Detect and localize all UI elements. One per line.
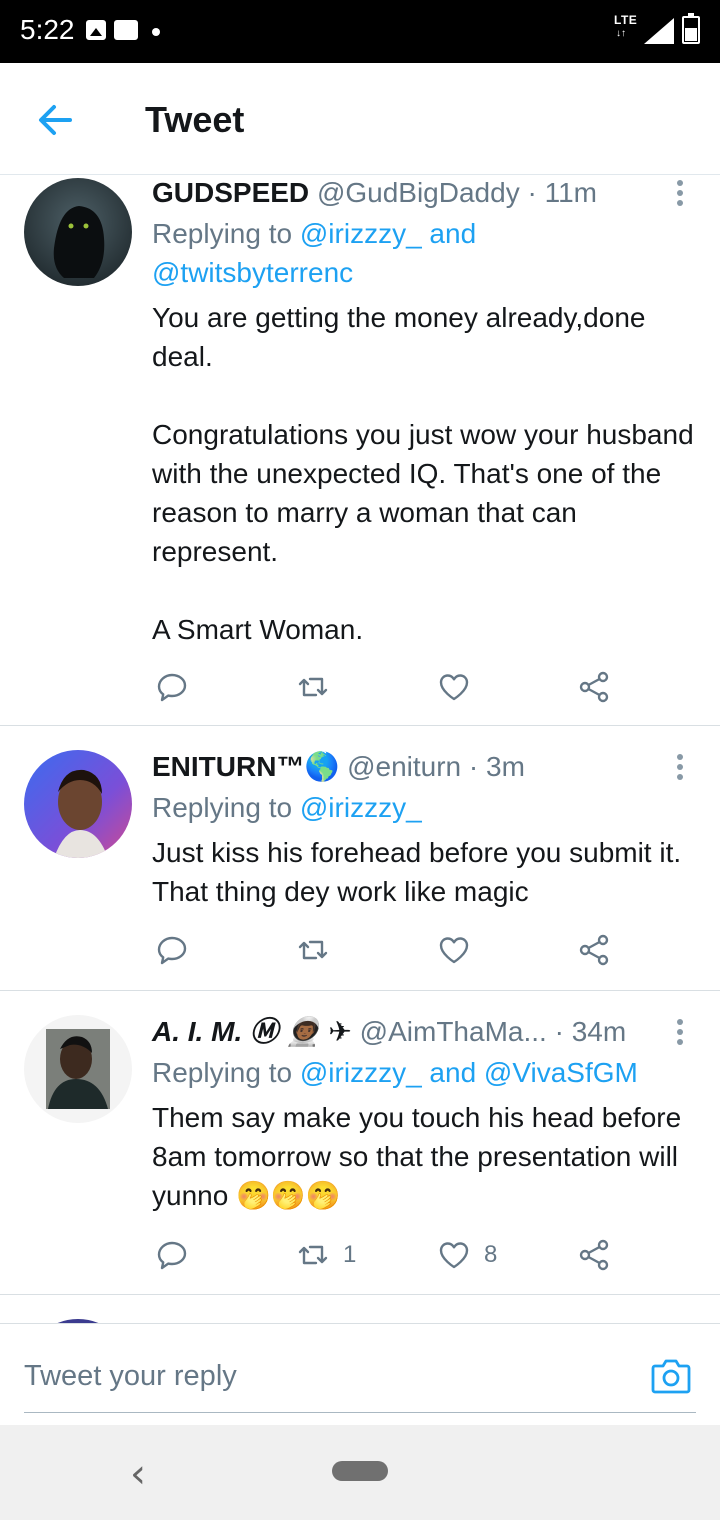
tweet-item[interactable]: A. I. M. Ⓜ 👨🏾‍🚀 ✈ @AimThaMa... · 34m Rep… bbox=[0, 991, 720, 1295]
more-options-button[interactable] bbox=[674, 180, 686, 210]
author-handle[interactable]: @AimThaMa... bbox=[360, 1016, 547, 1047]
tweet-header: ENITURN™🌎 @eniturn · 3m bbox=[152, 751, 525, 782]
reply-icon bbox=[157, 1241, 187, 1270]
replying-to: Replying to @irizzzy_ and @VivaSfGM bbox=[152, 1057, 638, 1088]
camera-button[interactable] bbox=[650, 1356, 692, 1396]
input-underline bbox=[24, 1412, 696, 1413]
mention-link[interactable]: @irizzzy_ bbox=[300, 218, 422, 249]
message-notification-icon bbox=[114, 20, 138, 40]
back-button[interactable] bbox=[34, 98, 78, 142]
more-options-button[interactable] bbox=[674, 754, 686, 784]
reply-button[interactable] bbox=[154, 667, 190, 707]
mention-link[interactable]: @VivaSfGM bbox=[484, 1057, 638, 1088]
heart-icon bbox=[439, 1242, 469, 1269]
author-name[interactable]: A. I. M. Ⓜ 👨🏾‍🚀 ✈ bbox=[152, 1016, 352, 1047]
retweet-button[interactable]: 1 bbox=[295, 1235, 356, 1275]
mention-link[interactable]: @irizzzy_ bbox=[300, 1057, 422, 1088]
retweet-button[interactable] bbox=[295, 930, 343, 970]
image-notification-icon bbox=[86, 20, 106, 40]
camera-icon bbox=[651, 1359, 691, 1394]
like-button[interactable] bbox=[436, 667, 484, 707]
tweet-time: 11m bbox=[544, 177, 597, 208]
tweet-actions bbox=[152, 930, 652, 970]
author-name[interactable]: GUDSPEED bbox=[152, 177, 309, 208]
reply-icon bbox=[157, 936, 187, 965]
battery-icon bbox=[682, 13, 700, 44]
retweet-count: 1 bbox=[343, 1241, 357, 1268]
notification-dot-icon bbox=[152, 28, 160, 36]
page-title: Tweet bbox=[145, 99, 245, 140]
tweet-text: Just kiss his forehead before you submit… bbox=[152, 837, 689, 907]
share-button[interactable] bbox=[577, 930, 613, 970]
like-button[interactable]: 8 bbox=[436, 1235, 497, 1275]
avatar[interactable] bbox=[24, 1015, 132, 1123]
tweet-text: You are getting the money already,done d… bbox=[152, 302, 694, 645]
tweet-reply-input[interactable] bbox=[24, 1346, 624, 1406]
reply-feed[interactable]: GUDSPEED @GudBigDaddy · 11m Replying to … bbox=[0, 175, 720, 1323]
profile-avatar-image bbox=[24, 1015, 132, 1123]
tweet-actions: 1 8 bbox=[152, 1235, 652, 1275]
share-button[interactable] bbox=[577, 667, 613, 707]
profile-avatar-image bbox=[24, 750, 132, 858]
reply-icon bbox=[157, 673, 187, 702]
author-handle[interactable]: @GudBigDaddy bbox=[317, 177, 520, 208]
retweet-icon bbox=[298, 677, 328, 697]
tweet-header: A. I. M. Ⓜ 👨🏾‍🚀 ✈ @AimThaMa... · 34m bbox=[152, 1016, 627, 1047]
tweet-actions bbox=[152, 667, 652, 707]
retweet-button[interactable] bbox=[295, 667, 343, 707]
network-type: LTE bbox=[614, 13, 638, 27]
panther-avatar-image bbox=[24, 178, 132, 286]
tweet-item-partial[interactable] bbox=[0, 1295, 720, 1323]
tweet-time: 34m bbox=[571, 1016, 627, 1047]
tweet-header: GUDSPEED @GudBigDaddy · 11m bbox=[152, 177, 597, 208]
like-button[interactable] bbox=[436, 930, 484, 970]
status-bar: 5:22 LTE ↓↑ bbox=[0, 0, 720, 63]
replying-to: Replying to @irizzzy_ bbox=[152, 792, 422, 823]
avatar[interactable] bbox=[24, 178, 132, 286]
share-icon bbox=[579, 671, 609, 703]
avatar[interactable] bbox=[24, 750, 132, 858]
heart-icon bbox=[439, 674, 469, 701]
tweet-item[interactable]: ENITURN™🌎 @eniturn · 3m Replying to @iri… bbox=[0, 726, 720, 991]
signal-icon bbox=[644, 18, 674, 44]
system-nav-bar: ‹ bbox=[0, 1425, 720, 1520]
heart-icon bbox=[439, 937, 469, 964]
share-icon bbox=[579, 1239, 609, 1271]
share-button[interactable] bbox=[577, 1235, 613, 1275]
data-activity-icon: ↓↑ bbox=[616, 28, 626, 39]
replying-to: Replying to @irizzzy_ and @twitsbyterren… bbox=[152, 218, 477, 288]
reply-button[interactable] bbox=[154, 930, 190, 970]
mention-link[interactable]: @twitsbyterrenc bbox=[152, 257, 353, 288]
nav-back-icon[interactable]: ‹ bbox=[130, 1451, 146, 1497]
like-count: 8 bbox=[484, 1241, 498, 1268]
arrow-left-icon bbox=[39, 105, 72, 135]
app-header: Tweet bbox=[0, 63, 720, 175]
share-icon bbox=[579, 934, 609, 966]
status-time: 5:22 bbox=[20, 14, 75, 45]
reply-button[interactable] bbox=[154, 1235, 190, 1275]
author-name[interactable]: ENITURN™🌎 bbox=[152, 751, 339, 782]
nav-home-pill[interactable] bbox=[332, 1461, 388, 1481]
tweet-text: Them say make you touch his head before … bbox=[152, 1102, 689, 1211]
retweet-icon bbox=[298, 1245, 328, 1265]
author-handle[interactable]: @eniturn bbox=[347, 751, 461, 782]
retweet-icon bbox=[298, 940, 328, 960]
tweet-time: 3m bbox=[486, 751, 525, 782]
mention-link[interactable]: @irizzzy_ bbox=[300, 792, 422, 823]
more-options-button[interactable] bbox=[674, 1019, 686, 1049]
tweet-item[interactable]: GUDSPEED @GudBigDaddy · 11m Replying to … bbox=[0, 175, 720, 726]
reply-composer bbox=[0, 1323, 720, 1425]
